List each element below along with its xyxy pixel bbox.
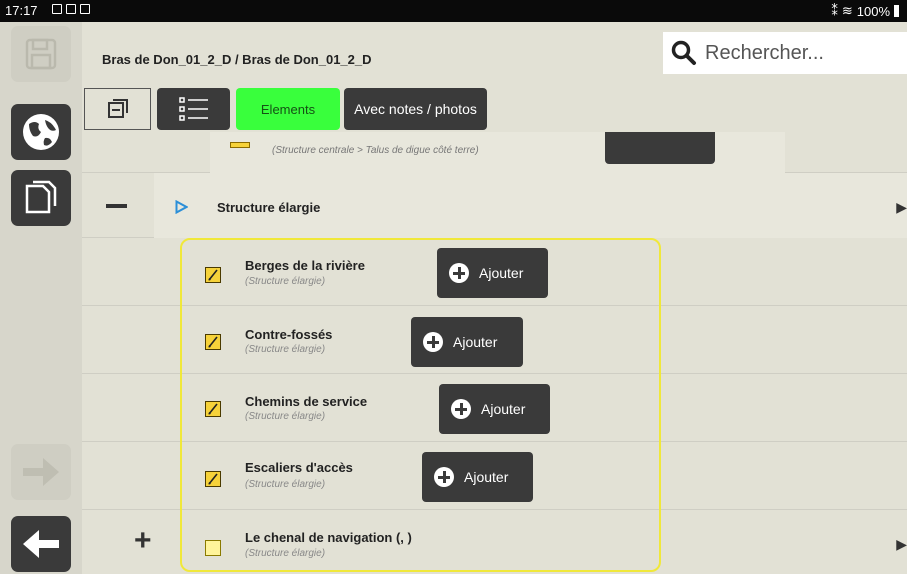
edit-icon[interactable]: [205, 267, 221, 283]
plus-icon: [423, 332, 443, 352]
item-subtitle: (Structure élargie): [245, 276, 326, 287]
globe-icon: [23, 114, 59, 150]
add-button-label: Ajouter: [481, 401, 526, 417]
toolbar: Elements Avec notes / photos: [82, 84, 907, 132]
chevron-right-icon[interactable]: ▶: [896, 199, 907, 216]
status-time: 17:17: [5, 3, 38, 18]
notification-icon: [80, 4, 90, 14]
forward-arrow-icon: [23, 458, 59, 486]
list-item: (Structure centrale > Talus de digue côt…: [82, 132, 907, 173]
chevron-right-icon[interactable]: ▶: [896, 536, 907, 553]
checkbox[interactable]: [205, 540, 221, 556]
plus-icon[interactable]: +: [134, 524, 152, 558]
triangle-right-icon: [175, 200, 188, 214]
edit-icon[interactable]: [205, 334, 221, 350]
search-placeholder: Rechercher...: [705, 41, 824, 64]
globe-button[interactable]: [11, 104, 71, 160]
tab-notes-photos[interactable]: Avec notes / photos: [344, 88, 487, 130]
tab-elements[interactable]: Elements: [236, 88, 340, 130]
notification-icon: [66, 4, 76, 14]
item-title: Contre-fossés: [245, 327, 333, 342]
list-item[interactable]: Contre-fossés (Structure élargie) Ajoute…: [82, 306, 907, 374]
plus-icon: [434, 467, 454, 487]
copy-button[interactable]: [11, 170, 71, 226]
group-label: Structure élargie: [217, 200, 321, 215]
list-item[interactable]: + Le chenal de navigation (, ) (Structur…: [82, 510, 907, 574]
view-icon: [107, 99, 128, 118]
add-button[interactable]: Ajouter: [422, 452, 533, 502]
battery-level: 100%: [856, 3, 890, 19]
list-item[interactable]: Escaliers d'accès (Structure élargie) Aj…: [82, 442, 907, 510]
add-button[interactable]: Ajouter: [411, 317, 523, 367]
status-bar: 17:17 ⁑ ≋ 100%: [0, 0, 907, 22]
header: Bras de Don_01_2_D / Bras de Don_01_2_D …: [82, 22, 907, 84]
sidebar: [0, 22, 82, 574]
item-title: Berges de la rivière: [245, 258, 365, 273]
breadcrumb: Bras de Don_01_2_D / Bras de Don_01_2_D: [102, 52, 372, 67]
edit-icon: [230, 142, 250, 148]
item-subtitle: (Structure élargie): [245, 344, 326, 355]
search-icon: [671, 40, 696, 65]
signal-icon: ⁑: [831, 3, 838, 18]
back-arrow-icon: [23, 530, 59, 558]
item-title: Chemins de service: [245, 394, 368, 409]
edit-icon[interactable]: [205, 401, 221, 417]
view-toggle-button[interactable]: [84, 88, 151, 130]
list-item[interactable]: Chemins de service (Structure élargie) A…: [82, 374, 907, 442]
item-title: Escaliers d'accès: [245, 460, 353, 475]
add-button[interactable]: [605, 132, 715, 164]
add-button-label: Ajouter: [464, 469, 509, 485]
save-icon: [25, 38, 57, 70]
plus-icon: [451, 399, 471, 419]
copy-icon: [25, 180, 57, 214]
item-subtitle: (Structure centrale > Talus de digue côt…: [272, 145, 479, 156]
group-row[interactable]: Structure élargie ▶: [82, 173, 907, 238]
list-item-cell: (Structure centrale > Talus de digue côt…: [210, 132, 785, 173]
save-button[interactable]: [11, 26, 71, 82]
list-item-cell: [179, 442, 907, 509]
add-button[interactable]: Ajouter: [437, 248, 548, 298]
back-button[interactable]: [11, 516, 71, 572]
item-subtitle: (Structure élargie): [245, 548, 326, 559]
search-input[interactable]: Rechercher...: [663, 32, 907, 74]
notification-icon: [52, 4, 62, 14]
list-view-button[interactable]: [157, 88, 230, 130]
edit-icon[interactable]: [205, 471, 221, 487]
minus-icon[interactable]: [106, 204, 127, 208]
item-title: Le chenal de navigation (, ): [245, 530, 412, 545]
add-button-label: Ajouter: [453, 334, 498, 350]
status-icons: [52, 4, 90, 14]
wifi-icon: ≋: [841, 3, 853, 18]
group-cell: Structure élargie ▶: [154, 173, 907, 238]
status-right: ⁑ ≋ 100%: [831, 3, 899, 19]
item-subtitle: (Structure élargie): [245, 479, 326, 490]
battery-icon: [894, 5, 899, 17]
add-button[interactable]: Ajouter: [439, 384, 550, 434]
list-item[interactable]: Berges de la rivière (Structure élargie)…: [82, 238, 907, 306]
list-icon: [178, 97, 208, 121]
plus-icon: [449, 263, 469, 283]
add-button-label: Ajouter: [479, 265, 524, 281]
item-subtitle: (Structure élargie): [245, 411, 326, 422]
forward-button[interactable]: [11, 444, 71, 500]
